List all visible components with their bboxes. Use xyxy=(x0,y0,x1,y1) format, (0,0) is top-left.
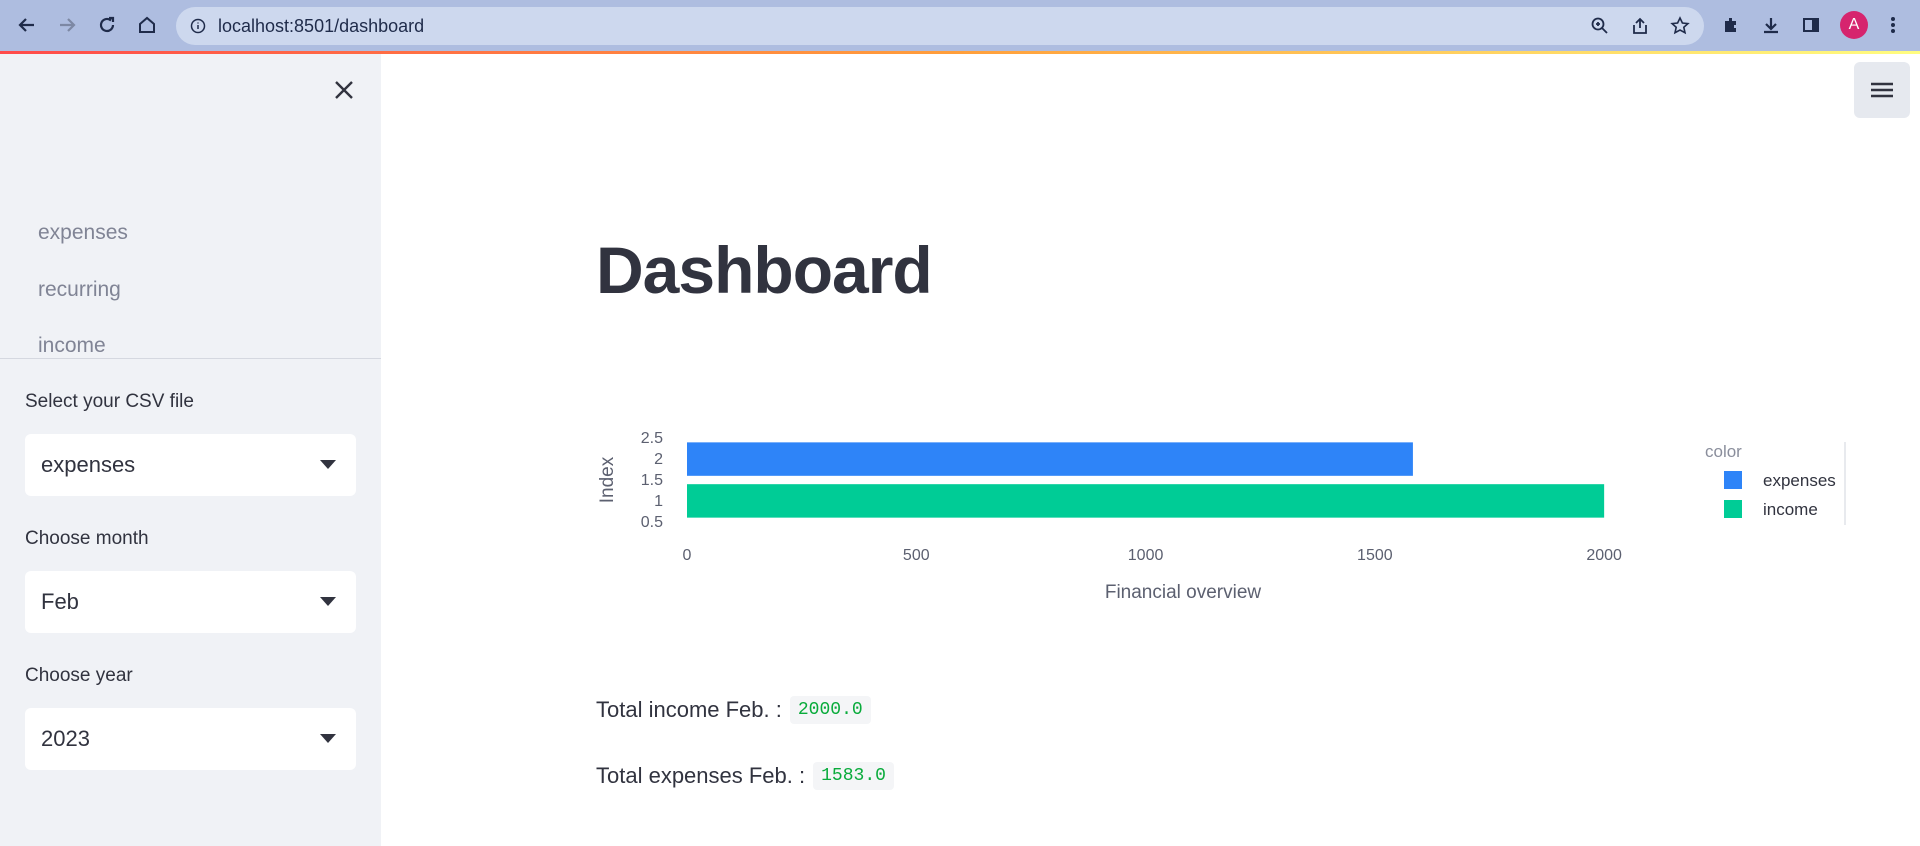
share-icon[interactable] xyxy=(1630,16,1650,36)
browser-toolbar: localhost:8501/dashboard A xyxy=(0,0,1920,51)
csv-file-value: expenses xyxy=(41,452,136,477)
chevron-down-icon xyxy=(320,734,336,743)
year-value: 2023 xyxy=(41,726,90,751)
month-select-label: Choose month xyxy=(25,528,149,549)
chevron-down-icon xyxy=(320,460,336,469)
csv-select-label: Select your CSV file xyxy=(25,391,194,412)
month-value: Feb xyxy=(41,589,79,614)
y-tick-label: 1.5 xyxy=(641,472,663,489)
chevron-down-icon xyxy=(320,597,336,606)
year-select-label: Choose year xyxy=(25,665,133,686)
x-tick-label: 0 xyxy=(683,547,692,564)
financial-bar-chart: 0 500 1000 1500 2000 2.5 2 1.5 1 0.5 Financial o… xyxy=(597,430,1846,603)
y-tick-label: 1 xyxy=(654,493,663,510)
csv-file-select[interactable]: expenses xyxy=(25,434,356,496)
total-income-value: 2000.0 xyxy=(789,696,871,724)
total-expenses-label: Total expenses Feb. : xyxy=(596,763,806,788)
forward-arrow-icon[interactable] xyxy=(52,10,82,40)
side-panel-icon[interactable] xyxy=(1798,12,1824,38)
close-sidebar-icon[interactable] xyxy=(330,76,358,104)
x-tick-label: 1000 xyxy=(1128,547,1164,564)
url-text[interactable]: localhost:8501/dashboard xyxy=(218,16,424,37)
profile-avatar[interactable]: A xyxy=(1840,11,1868,39)
browser-menu-kebab-icon[interactable] xyxy=(1880,12,1906,38)
y-tick-label: 0.5 xyxy=(641,514,663,531)
bookmark-star-icon[interactable] xyxy=(1670,16,1690,36)
legend-label-expenses: expenses xyxy=(1763,471,1836,490)
sidebar-item-expenses[interactable]: expenses xyxy=(38,221,128,245)
zoom-icon[interactable] xyxy=(1590,16,1610,36)
back-arrow-icon[interactable] xyxy=(12,10,42,40)
legend-swatch-expenses xyxy=(1724,471,1742,489)
x-tick-label: 2000 xyxy=(1586,547,1622,564)
legend-title: color xyxy=(1705,442,1742,461)
bar-income xyxy=(687,484,1605,518)
legend-label-income: income xyxy=(1763,500,1818,519)
sidebar: expenses recurring income Select your CS… xyxy=(0,54,381,846)
main-menu-button[interactable] xyxy=(1854,62,1910,118)
total-expenses-stat: Total expenses Feb. : 1583.0 xyxy=(596,762,894,790)
download-icon[interactable] xyxy=(1758,12,1784,38)
total-income-stat: Total income Feb. : 2000.0 xyxy=(596,696,871,724)
total-income-label: Total income Feb. : xyxy=(596,697,782,722)
total-expenses-value: 1583.0 xyxy=(813,762,894,790)
sidebar-item-income[interactable]: income xyxy=(38,334,106,358)
home-icon[interactable] xyxy=(132,10,162,40)
x-axis-label: Financial overview xyxy=(1105,582,1262,603)
y-axis-label: Index xyxy=(597,456,618,503)
page-title: Dashboard xyxy=(596,233,933,307)
year-select[interactable]: 2023 xyxy=(25,708,356,770)
x-tick-label: 1500 xyxy=(1357,547,1393,564)
sidebar-divider xyxy=(0,358,381,359)
site-info-icon[interactable] xyxy=(190,18,206,34)
y-tick-label: 2 xyxy=(654,451,663,468)
reload-icon[interactable] xyxy=(92,10,122,40)
y-tick-label: 2.5 xyxy=(641,430,663,447)
x-tick-label: 500 xyxy=(903,547,930,564)
address-bar[interactable]: localhost:8501/dashboard xyxy=(176,7,1704,45)
legend-swatch-income xyxy=(1724,500,1742,518)
sidebar-item-recurring[interactable]: recurring xyxy=(38,278,121,302)
hamburger-icon xyxy=(1871,82,1893,98)
bar-expenses xyxy=(687,442,1413,476)
extensions-puzzle-icon[interactable] xyxy=(1718,12,1744,38)
month-select[interactable]: Feb xyxy=(25,571,356,633)
